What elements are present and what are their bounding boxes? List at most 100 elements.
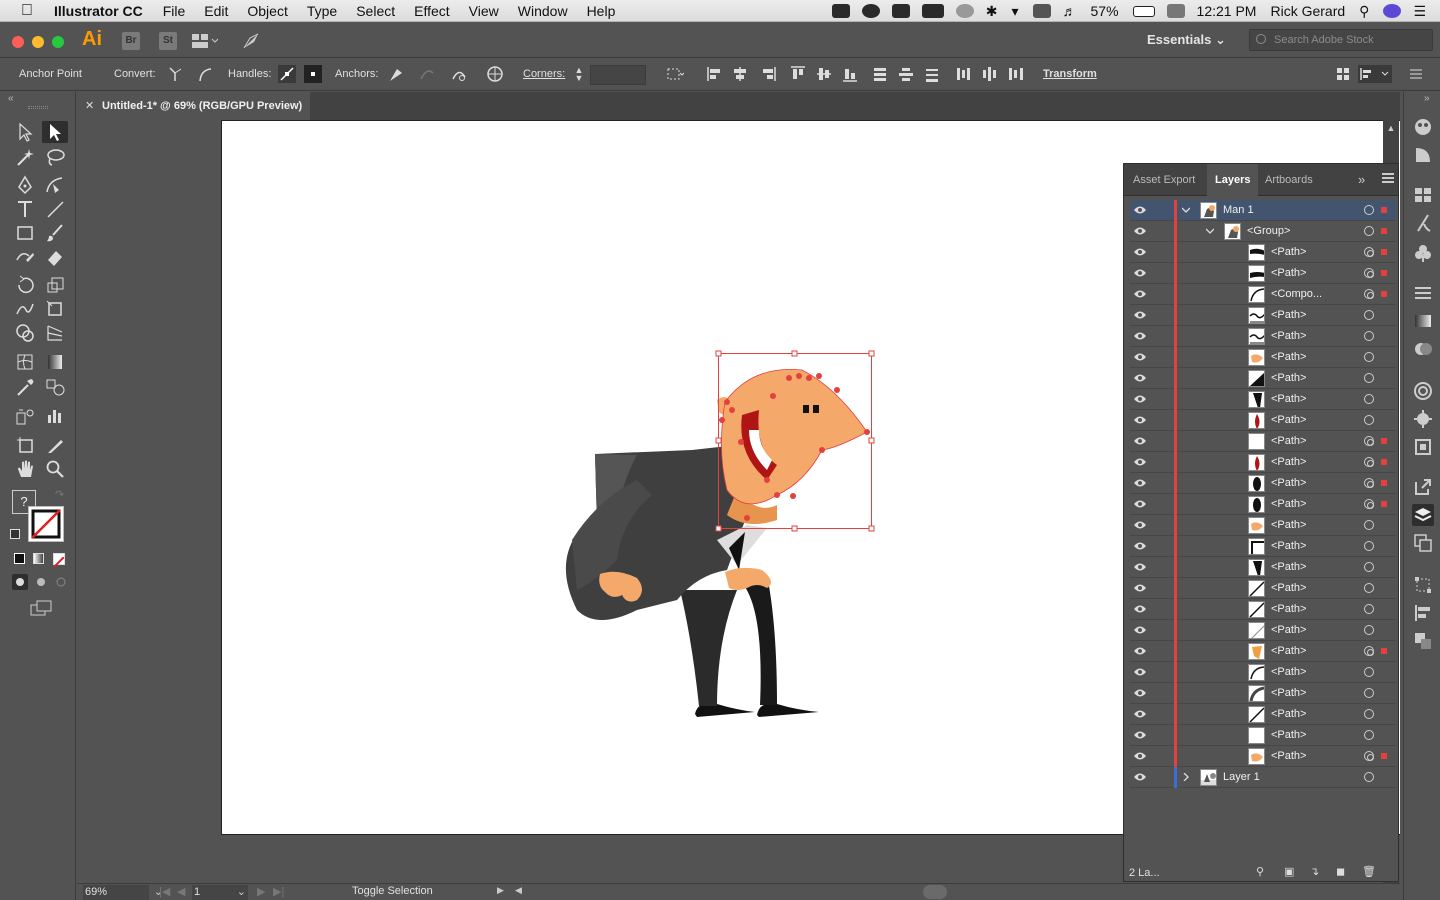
path-row[interactable]: <Path> [1130,746,1396,767]
direct-selection-tool-icon[interactable] [42,121,68,143]
align-horizontal-center-icon[interactable] [731,65,749,83]
gpu-performance-icon[interactable] [242,32,260,50]
layer-name[interactable]: <Path> [1271,582,1306,594]
swatches-panel-icon[interactable] [1412,184,1434,206]
path-row[interactable]: <Path> [1130,452,1396,473]
target-icon[interactable] [1364,625,1374,635]
layer-name[interactable]: <Path> [1271,645,1306,657]
control-bar-menu-icon[interactable] [1407,65,1425,83]
draw-normal-icon[interactable] [12,574,28,590]
target-icon[interactable] [1364,331,1374,341]
column-graph-tool-icon[interactable] [42,405,68,427]
selection-indicator[interactable] [1381,459,1387,465]
path-row[interactable]: <Compo... [1130,284,1396,305]
color-panel-icon[interactable] [1412,116,1434,138]
tab-layers[interactable]: Layers [1207,164,1259,196]
target-icon[interactable] [1364,226,1374,236]
path-row[interactable]: <Path> [1130,263,1396,284]
path-row[interactable]: <Path> [1130,662,1396,683]
remove-anchor-icon[interactable] [387,65,405,83]
path-row[interactable]: <Path> [1130,536,1396,557]
battery-app-icon[interactable] [891,4,910,18]
visibility-eye-icon[interactable] [1133,751,1147,761]
layer-name[interactable]: <Path> [1271,372,1306,384]
stock-button[interactable]: St [159,32,177,50]
group-row[interactable]: <Group> [1130,221,1396,242]
layer-name[interactable]: <Path> [1271,477,1306,489]
path-row[interactable]: <Path> [1130,410,1396,431]
path-row[interactable]: <Path> [1130,389,1396,410]
layer-name[interactable]: <Path> [1271,624,1306,636]
symbols-panel-icon[interactable] [1412,242,1434,264]
target-icon[interactable] [1364,205,1374,215]
layer-name[interactable]: <Path> [1271,246,1306,258]
screen-mode-icon[interactable] [30,600,52,616]
close-document-icon[interactable]: ✕ [85,92,94,120]
scroll-up-icon[interactable]: ▲ [1383,123,1399,133]
previous-artboard-icon[interactable]: ◀ [177,885,185,898]
path-row[interactable]: <Path> [1130,326,1396,347]
menu-edit[interactable]: Edit [204,3,228,19]
first-artboard-icon[interactable]: |◀ [159,885,170,898]
selection-indicator[interactable] [1381,501,1387,507]
layer-name[interactable]: Man 1 [1223,204,1254,216]
tab-artboards[interactable]: Artboards [1257,164,1321,196]
target-icon[interactable] [1364,646,1374,656]
visibility-eye-icon[interactable] [1133,394,1147,404]
gradient-panel-icon[interactable] [1412,310,1434,332]
path-row[interactable]: <Path> [1130,515,1396,536]
convert-to-corner-icon[interactable] [166,65,184,83]
selection-indicator[interactable] [1381,270,1387,276]
zoom-level-field[interactable]: 69% ⌄ [83,885,163,900]
artboards-panel-icon[interactable] [1412,436,1434,458]
minimize-window-button[interactable] [32,36,44,48]
target-icon[interactable] [1364,289,1374,299]
workspace-switcher[interactable]: Essentials ⌄ [1147,32,1226,48]
distribute-right-icon[interactable] [1006,65,1024,83]
layer-name[interactable]: <Path> [1271,351,1306,363]
align-right-icon[interactable] [759,65,777,83]
spotlight-icon[interactable]: ⚲ [1359,3,1369,20]
path-row[interactable]: <Path> [1130,305,1396,326]
target-icon[interactable] [1364,499,1374,509]
dropbox-icon[interactable] [831,4,850,18]
layer-name[interactable]: <Path> [1271,519,1306,531]
stock-search-input[interactable]: Search Adobe Stock [1249,29,1433,51]
path-row[interactable]: <Path> [1130,347,1396,368]
target-icon[interactable] [1364,457,1374,467]
visibility-eye-icon[interactable] [1133,730,1147,740]
layer-name[interactable]: <Path> [1271,330,1306,342]
menu-effect[interactable]: Effect [414,3,450,19]
target-icon[interactable] [1364,583,1374,593]
target-icon[interactable] [1364,751,1374,761]
align-to-icon[interactable] [1358,65,1392,83]
tools-grip[interactable] [28,106,48,109]
align-left-icon[interactable] [706,65,724,83]
visibility-eye-icon[interactable] [1133,646,1147,656]
corners-radius-field[interactable] [590,65,646,85]
shaper-tool-icon[interactable] [12,246,38,268]
target-icon[interactable] [1364,667,1374,677]
artboard-tool-icon[interactable] [12,434,38,456]
magic-wand-tool-icon[interactable] [12,146,38,168]
swap-fill-stroke-icon[interactable]: ↷ [55,488,64,501]
slice-tool-icon[interactable] [42,434,68,456]
corners-label[interactable]: Corners: [523,68,565,80]
visibility-eye-icon[interactable] [1133,604,1147,614]
visibility-eye-icon[interactable] [1133,688,1147,698]
create-sublayer-icon[interactable]: ↴ [1310,865,1319,878]
target-icon[interactable] [1364,415,1374,425]
symbol-sprayer-tool-icon[interactable] [12,405,38,427]
keyboard-icon[interactable] [1166,4,1185,18]
layer-name[interactable]: <Path> [1271,603,1306,615]
path-row[interactable]: <Path> [1130,578,1396,599]
collapse-tools-icon[interactable]: « [8,93,14,104]
menu-view[interactable]: View [469,3,499,19]
artboard-number-field[interactable]: 1 ⌄ [192,885,248,900]
show-handles-icon[interactable] [278,65,296,83]
tab-asset-export[interactable]: Asset Export [1125,164,1203,196]
selection-tool-icon[interactable] [12,121,38,143]
align-bottom-icon[interactable] [841,65,859,83]
selection-indicator[interactable] [1381,249,1387,255]
siri-icon[interactable] [1383,4,1402,18]
